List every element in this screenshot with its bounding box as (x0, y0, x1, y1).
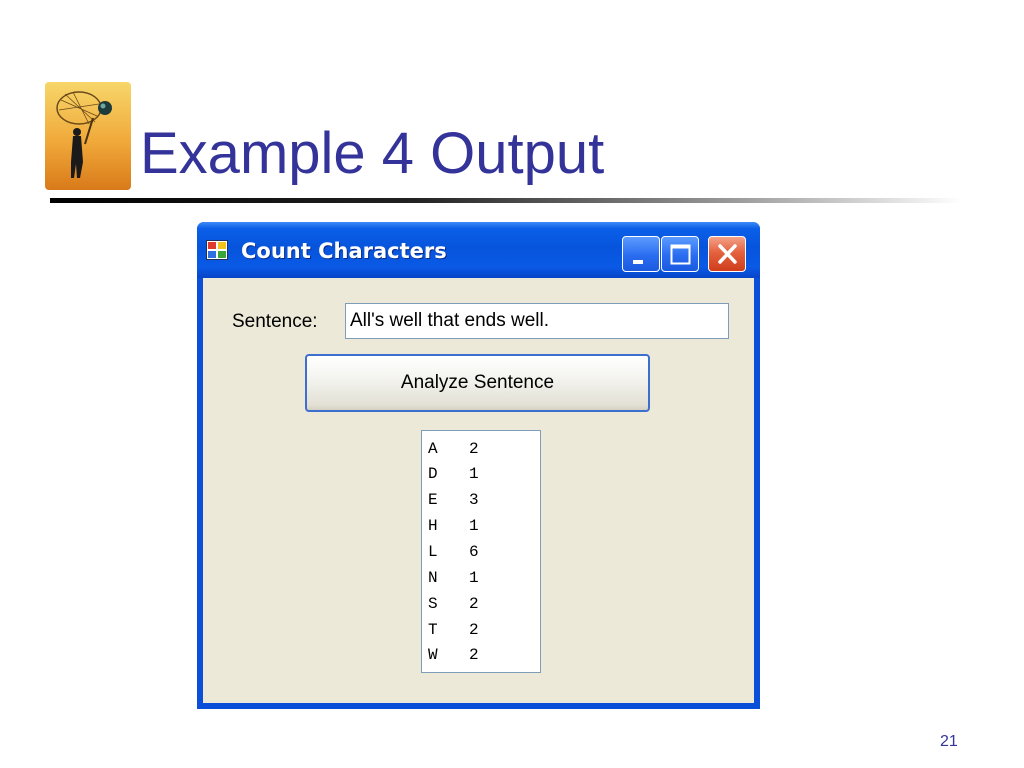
list-item-count: 1 (469, 465, 479, 483)
minimize-button[interactable] (622, 236, 660, 272)
slide-number: 21 (940, 733, 958, 750)
close-icon (718, 244, 737, 264)
close-button[interactable] (708, 236, 746, 272)
character-count-list[interactable]: A 2 D 1 E 3 H 1 L 6 N 1 S 2 T 2 W 2 (421, 430, 541, 673)
slide-title: Example 4 Output (140, 121, 605, 186)
list-item[interactable]: T 2 (428, 617, 528, 642)
list-item[interactable]: L 6 (428, 539, 528, 564)
list-item[interactable]: E 3 (428, 487, 528, 512)
list-item-count: 2 (469, 595, 479, 613)
count-characters-window: Count Characters Sentence: Analyze Sente… (197, 222, 760, 709)
list-item-count: 1 (469, 569, 479, 587)
list-item-letter: N (428, 569, 438, 587)
title-divider (50, 198, 962, 203)
sentence-label: Sentence: (232, 311, 318, 332)
window-title: Count Characters (241, 239, 447, 263)
list-item-count: 2 (469, 440, 479, 458)
windows-form-icon[interactable] (206, 240, 228, 260)
list-item-letter: A (428, 440, 438, 458)
sentence-input[interactable] (345, 303, 729, 339)
list-item[interactable]: A 2 (428, 436, 528, 461)
list-item[interactable]: D 1 (428, 461, 528, 486)
list-item-count: 1 (469, 517, 479, 535)
list-item-count: 3 (469, 491, 479, 509)
list-item-letter: W (428, 646, 438, 664)
list-item-count: 2 (469, 646, 479, 664)
list-item[interactable]: S 2 (428, 591, 528, 616)
slide-logo-icon (45, 82, 131, 190)
maximize-icon (670, 244, 691, 265)
window-client-area: Sentence: Analyze Sentence A 2 D 1 E 3 H… (203, 278, 754, 703)
list-item-letter: E (428, 491, 438, 509)
list-item-letter: L (428, 543, 438, 561)
list-item[interactable]: N 1 (428, 565, 528, 590)
list-item-letter: S (428, 595, 438, 613)
list-item-count: 2 (469, 621, 479, 639)
list-item[interactable]: H 1 (428, 513, 528, 538)
list-item-count: 6 (469, 543, 479, 561)
analyze-sentence-button[interactable]: Analyze Sentence (305, 354, 650, 412)
list-item-letter: H (428, 517, 438, 535)
minimize-icon (633, 260, 643, 264)
window-titlebar[interactable]: Count Characters (197, 222, 760, 278)
list-item-letter: T (428, 621, 438, 639)
list-item[interactable]: W 2 (428, 642, 528, 667)
maximize-button[interactable] (661, 236, 699, 272)
list-item-letter: D (428, 465, 438, 483)
